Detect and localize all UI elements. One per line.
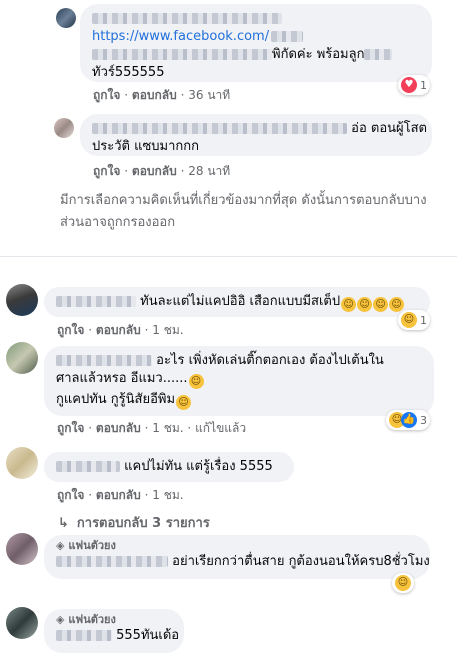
- avatar[interactable]: [54, 118, 74, 138]
- rofl-emoji-icon: ☺: [373, 297, 389, 312]
- commenter-name[interactable]: [56, 461, 120, 472]
- reply-button[interactable]: ตอบกลับ: [96, 488, 141, 502]
- comment-bubble: อะไร เพิ่งหัดเล่นติ๊กตอกเอง ต้องไปเต้นใน…: [44, 346, 434, 416]
- comment-bubble: แคปไม่ทัน แต่รู้เรื่อง 5555: [44, 452, 294, 482]
- comment-bubble: ◈ แฟนตัวยง 555ทันเด้อ: [44, 609, 184, 653]
- avatar[interactable]: [6, 284, 38, 316]
- rofl-emoji-icon: ☺: [357, 297, 373, 312]
- timestamp[interactable]: 36 นาที: [188, 88, 230, 102]
- haha-reaction-icon: ☺: [401, 312, 417, 328]
- comment-text: พิกัดค่ะ พร้อมลูก: [272, 47, 365, 62]
- timestamp[interactable]: 1 ชม.: [152, 421, 183, 435]
- separator: ·: [88, 421, 93, 435]
- comment-actions: ถูกใจ · ตอบกลับ · 36 นาที: [93, 86, 230, 105]
- comment-text: 555ทันเด้อ: [116, 628, 180, 643]
- comment-bubble: อ่อ ตอนผู้โสต ประวัติ แซบมากกก: [80, 114, 432, 156]
- reaction-count: 3: [420, 413, 427, 427]
- reaction-count: 1: [420, 313, 427, 327]
- reply-arrow-icon: ↳: [58, 516, 69, 531]
- comment-actions: ถูกใจ · ตอบกลับ · 1 ชม.: [57, 486, 184, 505]
- diamond-badge-icon: ◈: [56, 539, 65, 552]
- commenter-name[interactable]: [92, 10, 420, 28]
- separator: ·: [144, 421, 149, 435]
- separator: ·: [187, 421, 192, 435]
- timestamp[interactable]: 28 นาที: [188, 164, 230, 178]
- comment-bubble: ทันละแต่ไม่แคปอิอิ เสือกแบบมีสเต็ป ☺ ☺ ☺ ☺: [44, 287, 430, 317]
- separator: ·: [180, 164, 185, 178]
- grin-emoji-icon: ☺: [176, 395, 192, 410]
- like-button[interactable]: ถูกใจ: [93, 164, 120, 178]
- separator: ·: [124, 164, 129, 178]
- love-reaction-icon: ♥: [401, 77, 417, 93]
- timestamp[interactable]: 1 ชม.: [152, 323, 183, 337]
- like-button[interactable]: ถูกใจ: [93, 88, 120, 102]
- comment-text: อ่อ ตอนผู้โสต: [351, 121, 428, 136]
- reaction-summary[interactable]: ♥ 1: [398, 75, 430, 95]
- reply-button[interactable]: ตอบกลับ: [96, 323, 141, 337]
- separator: ·: [144, 323, 149, 337]
- view-replies-link[interactable]: ↳ การตอบกลับ 3 รายการ: [58, 512, 210, 533]
- comment-bubble: ◈ แฟนตัวยง อย่าเรียกกว่าตื่นสาย กูต้องนอ…: [44, 535, 430, 579]
- reply-button[interactable]: ตอบกลับ: [132, 164, 177, 178]
- comment-text: ประวัติ แซบมากกก: [92, 139, 200, 154]
- comment-text: อย่าเรียกกว่าตื่นสาย กูต้องนอนให้ครบ8ชั่…: [172, 554, 430, 569]
- timestamp[interactable]: 1 ชม.: [152, 488, 183, 502]
- fan-badge: ◈ แฟนตัวยง: [56, 613, 116, 626]
- separator: ·: [144, 488, 149, 502]
- rofl-emoji-icon: ☺: [341, 297, 357, 312]
- like-button[interactable]: ถูกใจ: [57, 421, 84, 435]
- separator: ·: [124, 88, 129, 102]
- like-button[interactable]: ถูกใจ: [57, 323, 84, 337]
- avatar[interactable]: [6, 533, 38, 565]
- comment-text: ศาลแล้วหรอ อีแมว......: [56, 371, 188, 386]
- commenter-name[interactable]: [56, 630, 112, 641]
- avatar[interactable]: [56, 8, 76, 28]
- comment-actions: ถูกใจ · ตอบกลับ · 1 ชม. · แก้ไขแล้ว: [57, 419, 246, 438]
- avatar[interactable]: [6, 607, 38, 639]
- relevance-note: มีการเลือกความคิดเห็นที่เกี่ยวข้องมากที่…: [60, 193, 427, 230]
- grin-emoji-icon: ☺: [188, 374, 204, 389]
- separator: ·: [88, 323, 93, 337]
- diamond-badge-icon: ◈: [56, 613, 65, 626]
- reaction-count: 1: [420, 78, 427, 92]
- comment-actions: ถูกใจ · ตอบกลับ · 28 นาที: [93, 162, 230, 181]
- reaction-summary[interactable]: ☺ 👍 3: [386, 410, 430, 430]
- avatar[interactable]: [6, 342, 38, 374]
- commenter-name[interactable]: [56, 556, 168, 567]
- reply-button[interactable]: ตอบกลับ: [132, 88, 177, 102]
- reaction-summary[interactable]: ☺ 1: [398, 310, 430, 330]
- comment-bubble: https://www.facebook.com/ พิกัดค่ะ พร้อม…: [80, 4, 432, 82]
- reaction-summary[interactable]: ☺: [392, 573, 414, 593]
- comment-text: กูแคปทัน กูรู้นิสัยอีพิม: [56, 392, 176, 407]
- like-reaction-icon: 👍: [401, 412, 417, 428]
- haha-reaction-icon: ☺: [395, 575, 411, 591]
- commenter-name[interactable]: [92, 123, 347, 134]
- commenter-name[interactable]: [56, 296, 136, 307]
- separator: ·: [88, 488, 93, 502]
- fan-badge: ◈ แฟนตัวยง: [56, 539, 116, 552]
- avatar[interactable]: [6, 447, 38, 479]
- comment-text: ทัวร์555555: [92, 65, 165, 80]
- divider: [0, 256, 457, 257]
- comment-text: อะไร เพิ่งหัดเล่นติ๊กตอกเอง ต้องไปเต้นใน: [156, 353, 384, 368]
- reply-button[interactable]: ตอบกลับ: [96, 421, 141, 435]
- like-button[interactable]: ถูกใจ: [57, 488, 84, 502]
- edited-label[interactable]: แก้ไขแล้ว: [195, 421, 246, 435]
- comment-text: ทันละแต่ไม่แคปอิอิ เสือกแบบมีสเต็ป: [140, 294, 341, 309]
- comment-actions: ถูกใจ · ตอบกลับ · 1 ชม.: [57, 321, 184, 340]
- separator: ·: [180, 88, 185, 102]
- commenter-name[interactable]: [56, 355, 152, 366]
- comment-text: แคปไม่ทัน แต่รู้เรื่อง 5555: [124, 459, 273, 474]
- rofl-emoji-icon: ☺: [389, 297, 405, 312]
- comment-link[interactable]: https://www.facebook.com/: [92, 29, 269, 44]
